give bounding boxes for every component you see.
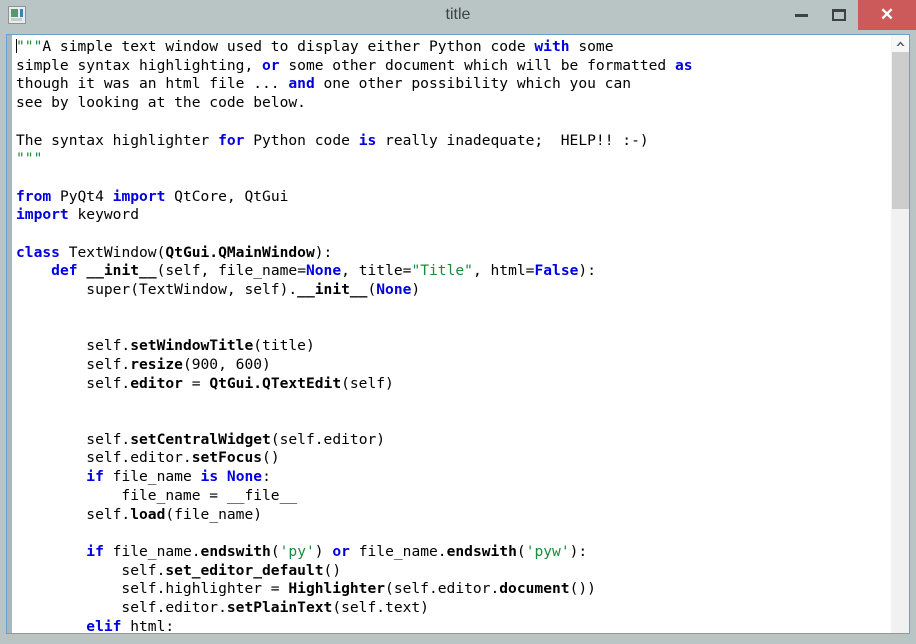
- chevron-up-icon: [896, 41, 905, 47]
- close-button[interactable]: ✕: [858, 0, 916, 30]
- minimize-icon: [795, 14, 808, 17]
- title-bar[interactable]: title ✕: [0, 0, 916, 30]
- code-content[interactable]: """A simple text window used to display …: [7, 35, 891, 633]
- app-icon-green-block: [11, 9, 18, 17]
- code-editor[interactable]: """A simple text window used to display …: [7, 35, 891, 633]
- app-icon-gray-block: [11, 18, 22, 21]
- minimize-button[interactable]: [782, 0, 820, 30]
- text-editor-frame: """A simple text window used to display …: [6, 34, 910, 634]
- text-window: title ✕ """A simple text window used to …: [0, 0, 916, 644]
- scroll-up-button[interactable]: [892, 35, 909, 52]
- app-window-icon: [8, 6, 26, 24]
- maximize-button[interactable]: [820, 0, 858, 30]
- editor-left-margin-bar: [7, 35, 12, 633]
- app-icon-blue-block: [20, 9, 23, 17]
- scrollbar-thumb[interactable]: [892, 52, 909, 209]
- scrollbar-track[interactable]: [892, 52, 909, 633]
- vertical-scrollbar[interactable]: [891, 35, 909, 633]
- maximize-icon: [832, 9, 846, 21]
- window-title: title: [0, 0, 916, 30]
- window-controls: ✕: [782, 0, 916, 30]
